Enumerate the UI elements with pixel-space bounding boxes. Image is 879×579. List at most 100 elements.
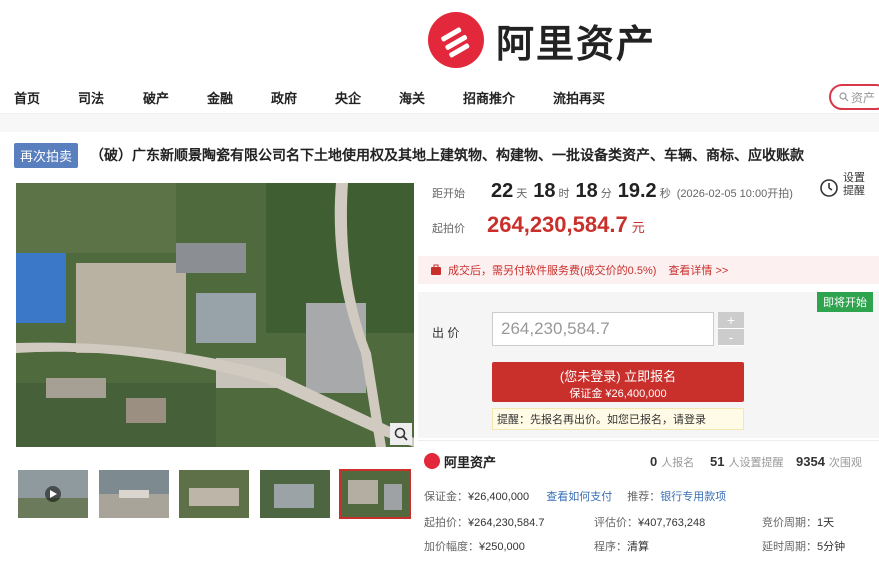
delay-value: 5分钟 — [817, 541, 846, 553]
search-input[interactable]: 资产 — [829, 84, 879, 110]
increment-info: 加价幅度：¥250,000 — [424, 538, 525, 554]
view-count: 9354 次围观 — [796, 454, 862, 470]
fee-notice: 成交后，需另付软件服务费(成交价的0.5%) 查看详情 >> — [418, 256, 879, 284]
thumbnail-image[interactable] — [99, 470, 169, 518]
nav-item-bankruptcy[interactable]: 破产 — [143, 88, 169, 107]
login-tip: 提醒：先报名再出价。如您已报名，请登录 — [492, 408, 744, 430]
header: 阿里资产 — [0, 0, 879, 80]
delay-label: 延时周期： — [762, 541, 817, 553]
countdown-seconds-unit: 秒 — [659, 188, 671, 200]
bag-icon — [431, 264, 441, 275]
deposit-value: ¥26,400,000 — [468, 491, 530, 503]
countdown-seconds: 19.2 — [617, 180, 657, 202]
procedure-info: 程序：清算 — [594, 538, 649, 554]
reminder-count-label: 人设置提醒 — [728, 457, 784, 469]
assess-price-info: 评估价：¥407,763,248 — [594, 514, 705, 530]
start-time: (2026-02-05 10:00开拍) — [676, 188, 793, 200]
status-badge: 即将开始 — [817, 292, 873, 312]
countdown-days-unit: 天 — [516, 188, 528, 200]
bid-stepper: + - — [718, 312, 744, 346]
search-placeholder: 资产 — [851, 90, 876, 105]
fee-details-link[interactable]: 查看详情 >> — [668, 262, 728, 278]
start-price-info-value: ¥264,230,584.7 — [468, 517, 545, 529]
countdown-days: 22 — [491, 180, 514, 202]
nav-item-government[interactable]: 政府 — [271, 88, 297, 107]
view-count-label: 次围观 — [828, 457, 862, 469]
procedure-label: 程序： — [594, 541, 627, 553]
assess-price-label: 评估价： — [594, 517, 638, 529]
section-divider — [0, 114, 879, 132]
bid-input[interactable]: 264,230,584.7 — [492, 312, 714, 346]
procedure-value: 清算 — [627, 541, 649, 553]
start-price-row: 起拍价 264,230,584.7 元 — [432, 212, 645, 238]
decrease-button[interactable]: - — [718, 329, 744, 346]
nav-item-judicial[interactable]: 司法 — [78, 88, 104, 107]
auction-title: （破）广东新顺景陶瓷有限公司名下土地使用权及其地上建筑物、构建物、一批设备类资产… — [90, 147, 805, 163]
thumbnail-strip — [16, 469, 414, 520]
nav-item-finance[interactable]: 金融 — [207, 88, 233, 107]
divider — [418, 440, 879, 441]
deposit-label: 保证金： — [424, 491, 468, 503]
bank-payment-link[interactable]: 银行专用款项 — [660, 491, 726, 503]
recommend-label: 推荐： — [627, 491, 661, 503]
countdown-label: 距开始 — [432, 188, 465, 200]
bid-cycle-info: 竞价周期：1天 — [762, 514, 834, 530]
signup-count-label: 人报名 — [661, 457, 695, 469]
increment-value: ¥250,000 — [479, 541, 525, 553]
relist-badge: 再次拍卖 — [14, 142, 79, 168]
increment-label: 加价幅度： — [424, 541, 479, 553]
main-nav: 首页 司法 破产 金融 政府 央企 海关 招商推介 流拍再买 资产 — [0, 80, 879, 114]
reminder-count: 51 人设置提醒 — [710, 454, 783, 470]
search-icon — [839, 92, 849, 102]
aerial-photo — [16, 183, 414, 447]
fee-notice-text: 成交后，需另付软件服务费(成交价的0.5%) — [448, 265, 657, 277]
nav-item-relist[interactable]: 流拍再买 — [553, 88, 605, 107]
countdown: 距开始 22 天 18 时 18 分 19.2 秒 (2026-02-05 10:00开… — [432, 180, 793, 203]
brand-logo[interactable]: 阿里资产 — [428, 12, 656, 68]
assess-price-value: ¥407,763,248 — [638, 517, 706, 529]
signup-count-value: 0 — [650, 454, 658, 469]
alarm-clock-icon — [820, 179, 838, 197]
delay-info: 延时周期：5分钟 — [762, 538, 845, 554]
thumbnail-image[interactable] — [260, 470, 330, 518]
nav-item-investment[interactable]: 招商推介 — [463, 88, 515, 107]
set-reminder-label: 设置提醒 — [843, 172, 865, 197]
stats-bar: 阿里资产 0 人报名 51 人设置提醒 9354 次围观 — [418, 446, 879, 476]
main-photo[interactable] — [16, 183, 414, 447]
bid-label: 出 价 — [432, 326, 460, 340]
signup-button[interactable]: (您未登录) 立即报名 保证金 ¥26,400,000 — [492, 362, 744, 402]
bid-panel: 即将开始 出 价 264,230,584.7 + - (您未登录) 立即报名 保… — [418, 292, 879, 438]
countdown-hours-unit: 时 — [558, 188, 570, 200]
mini-brand-logo: 阿里资产 — [424, 452, 496, 471]
countdown-minutes: 18 — [575, 180, 598, 202]
deposit-row: 保证金：¥26,400,000 查看如何支付 推荐：银行专用款项 — [424, 488, 726, 504]
mini-brand-name: 阿里资产 — [444, 454, 497, 470]
bid-cycle-label: 竞价周期： — [762, 517, 817, 529]
view-count-value: 9354 — [796, 454, 825, 469]
brand-name: 阿里资产 — [496, 21, 657, 66]
how-to-pay-link[interactable]: 查看如何支付 — [546, 491, 612, 503]
auction-title-bar: 再次拍卖 （破）广东新顺景陶瓷有限公司名下土地使用权及其地上建筑物、构建物、一批… — [14, 140, 879, 170]
increase-button[interactable]: + — [718, 312, 744, 329]
thumbnail-image[interactable] — [179, 470, 249, 518]
bid-cycle-value: 1天 — [817, 517, 835, 529]
countdown-hours: 18 — [533, 180, 556, 202]
start-price-info: 起拍价：¥264,230,584.7 — [424, 514, 544, 530]
start-price-label: 起拍价 — [432, 223, 465, 235]
signup-count: 0 人报名 — [650, 454, 694, 470]
brand-logo-icon — [424, 453, 440, 469]
thumbnail-video[interactable] — [18, 470, 88, 518]
zoom-icon[interactable] — [390, 423, 412, 445]
reminder-count-value: 51 — [710, 454, 725, 469]
start-price-value: 264,230,584.7 — [487, 212, 628, 237]
signup-deposit: 保证金 ¥26,400,000 — [569, 388, 667, 400]
thumbnail-image-selected[interactable] — [339, 469, 411, 519]
brand-logo-icon — [428, 12, 484, 68]
nav-item-soe[interactable]: 央企 — [335, 88, 361, 107]
start-price-info-label: 起拍价： — [424, 517, 468, 529]
countdown-minutes-unit: 分 — [600, 188, 612, 200]
nav-item-customs[interactable]: 海关 — [399, 88, 425, 107]
start-price-unit: 元 — [631, 220, 645, 235]
nav-item-home[interactable]: 首页 — [14, 88, 40, 107]
signup-button-label: (您未登录) 立即报名 — [559, 369, 677, 384]
